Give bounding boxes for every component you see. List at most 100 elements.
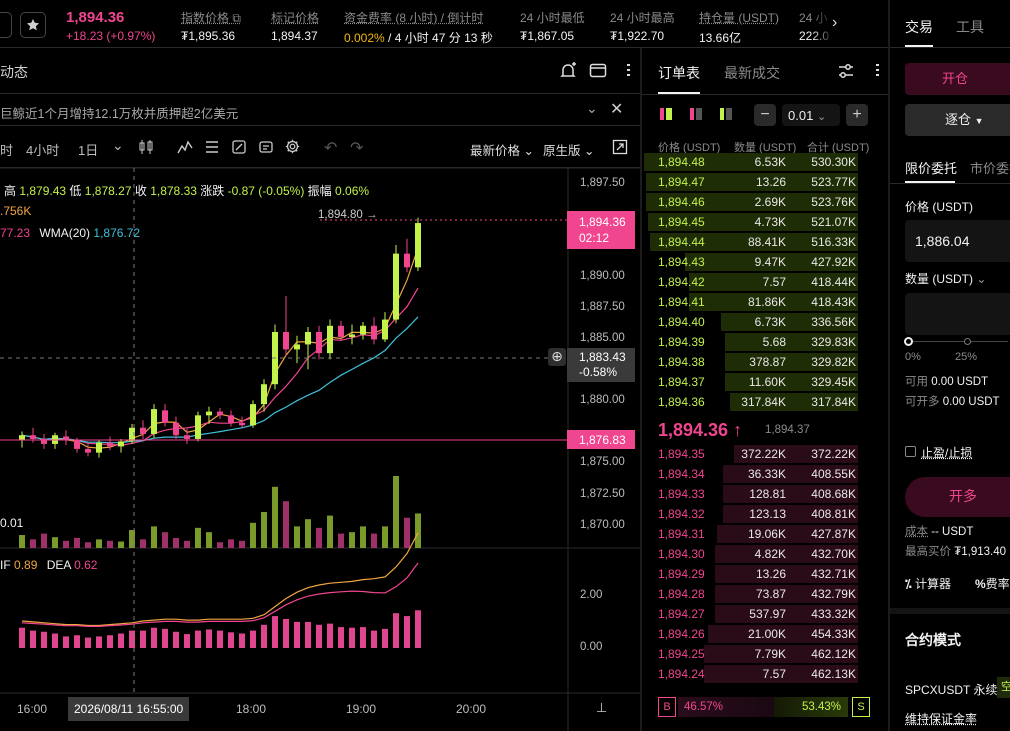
bid-row[interactable]: 1,894.25 7.79K 462.12K <box>642 644 872 664</box>
version-select[interactable]: 原生版 ⌄ <box>543 140 594 159</box>
calculator-button[interactable]: ⁒ 计算器 <box>905 575 951 592</box>
candle <box>74 440 80 449</box>
row-price: 1,894.26 <box>658 627 705 641</box>
bid-row[interactable]: 1,894.27 537.97 433.32K <box>642 604 872 624</box>
tick-size-select[interactable]: 0.01 ⌄ <box>782 104 840 126</box>
row-price: 1,894.37 <box>658 375 705 389</box>
ask-row[interactable]: 1,894.48 6.53K 530.30K <box>642 152 872 172</box>
favorite-button[interactable] <box>20 12 46 38</box>
bid-row[interactable]: 1,894.26 21.00K 454.33K <box>642 624 872 644</box>
interval-4h[interactable]: 4小时 <box>26 140 59 159</box>
tab-market-order[interactable]: 市价委托 <box>970 158 1010 177</box>
chevron-right-icon[interactable]: › <box>832 14 837 32</box>
qty-label[interactable]: 数量 (USDT) ⌄ <box>905 270 986 287</box>
redo-icon[interactable]: ↷ <box>350 138 363 158</box>
tab-tools[interactable]: 工具 <box>956 17 984 37</box>
indicators-icon[interactable] <box>177 139 193 155</box>
tab-orderbook[interactable]: 订单表 <box>658 63 700 83</box>
ask-row[interactable]: 1,894.47 13.26 523.77K <box>642 172 872 192</box>
stat-oi-label[interactable]: 持仓量 (USDT) <box>699 9 779 26</box>
price-input[interactable]: 1,886.04 <box>905 220 1010 262</box>
tab-recent-trades[interactable]: 最新成交 <box>724 63 780 83</box>
bid-row[interactable]: 1,894.28 73.87 432.79K <box>642 584 872 604</box>
bid-row[interactable]: 1,894.31 19.06K 427.87K <box>642 524 872 544</box>
draw-tool-icon[interactable] <box>231 139 247 155</box>
ask-row[interactable]: 1,894.36 317.84K 317.84K <box>642 392 872 412</box>
template-icon[interactable] <box>258 139 274 155</box>
time-axis-label: 20:00 <box>456 702 487 716</box>
bid-row[interactable]: 1,894.33 128.81 408.68K <box>642 484 872 504</box>
more-icon[interactable] <box>876 64 879 78</box>
tab-trade[interactable]: 交易 <box>905 17 933 37</box>
max-open: 可开多 0.00 USDT <box>905 396 1000 408</box>
tick-decrease-button[interactable]: − <box>754 104 776 126</box>
ask-row[interactable]: 1,894.43 9.47K 427.92K <box>642 252 872 272</box>
candle <box>404 253 410 268</box>
chevron-down-icon[interactable]: ⌄ <box>586 100 598 117</box>
ask-row[interactable]: 1,894.41 81.86K 418.43K <box>642 292 872 312</box>
macd-bar <box>217 630 223 648</box>
crosshair-add-icon[interactable]: ⊕ <box>548 348 566 366</box>
view-asks-icon[interactable] <box>690 108 702 120</box>
stat-funding-label[interactable]: 资金费率 (8 小时) / 倒计时 <box>344 9 483 26</box>
volume-bar <box>327 515 333 548</box>
row-qty: 13.26 <box>755 175 786 189</box>
add-alert-icon[interactable] <box>559 62 577 80</box>
tick-increase-button[interactable]: + <box>846 104 868 126</box>
fullscreen-icon[interactable] <box>612 139 628 155</box>
volume-bar <box>217 542 223 548</box>
open-long-button[interactable]: 开多 <box>905 477 1010 517</box>
price-type-select[interactable]: 最新价格 ⌄ <box>470 140 534 159</box>
ask-row[interactable]: 1,894.42 7.57 418.44K <box>642 272 872 292</box>
interval-1d[interactable]: 1日 <box>78 140 98 159</box>
qty-slider-stop[interactable] <box>964 338 971 345</box>
candle <box>107 442 113 447</box>
bid-row[interactable]: 1,894.29 13.26 432.71K <box>642 564 872 584</box>
view-both-icon[interactable] <box>660 108 672 120</box>
qty-input[interactable] <box>905 293 1010 335</box>
bid-row[interactable]: 1,894.35 372.22K 372.22K <box>642 444 872 464</box>
row-qty: 537.97 <box>749 607 786 621</box>
tab-dynamic[interactable]: 动态 <box>0 62 28 82</box>
qty-slider-track[interactable] <box>908 341 1008 342</box>
margin-mode-select[interactable]: 逐仓 ▼ <box>905 104 1010 136</box>
bid-row[interactable]: 1,894.30 4.82K 432.70K <box>642 544 872 564</box>
scroll-to-latest-icon[interactable]: ⊥ <box>596 700 607 716</box>
bid-row[interactable]: 1,894.32 123.13 408.81K <box>642 504 872 524</box>
ask-row[interactable]: 1,894.39 5.68 329.83K <box>642 332 872 352</box>
candle-type-icon[interactable] <box>138 139 154 155</box>
tpsl-label[interactable]: 止盈/止损 <box>921 444 972 461</box>
ask-row[interactable]: 1,894.46 2.69K 523.76K <box>642 192 872 212</box>
undo-icon[interactable]: ↶ <box>324 138 337 158</box>
ask-row[interactable]: 1,894.45 4.73K 521.07K <box>642 212 872 232</box>
mid-price: 1,894.36 ↑ <box>658 420 743 440</box>
bid-row[interactable]: 1,894.24 7.57 462.13K <box>642 664 872 684</box>
close-icon[interactable]: ✕ <box>610 99 623 119</box>
tab-limit-order[interactable]: 限价委托 <box>905 158 957 177</box>
ask-row[interactable]: 1,894.40 6.73K 336.56K <box>642 312 872 332</box>
qty-slider-handle[interactable] <box>904 337 913 346</box>
price-axis-label: 1,890.00 <box>580 270 625 282</box>
ask-row[interactable]: 1,894.44 88.41K 516.33K <box>642 232 872 252</box>
view-bids-icon[interactable] <box>720 108 732 120</box>
more-icon[interactable] <box>627 64 630 78</box>
volume-bar <box>415 513 421 548</box>
interval-chevron-icon[interactable]: ⌄ <box>112 137 124 154</box>
settings-icon[interactable] <box>284 138 301 155</box>
tpsl-checkbox[interactable] <box>905 446 916 457</box>
ask-row[interactable]: 1,894.38 378.87 329.82K <box>642 352 872 372</box>
open-position-button[interactable]: 开仓 <box>905 63 1010 95</box>
layout-icon[interactable] <box>589 63 607 79</box>
stat-index-label[interactable]: 指数价格 ⧉ <box>181 9 241 26</box>
ask-row[interactable]: 1,894.37 11.60K 329.45K <box>642 372 872 392</box>
list-icon[interactable] <box>204 139 220 155</box>
row-total: 418.43K <box>811 295 856 309</box>
symbol-selector[interactable] <box>0 12 12 38</box>
sliders-icon[interactable] <box>837 62 855 80</box>
price-chart[interactable] <box>0 168 640 731</box>
stat-mark-label[interactable]: 标记价格 <box>271 9 319 26</box>
news-banner[interactable]: 巨鲸近1个月增持12.1万枚并质押超2亿美元 ⌄ ✕ <box>0 94 640 126</box>
interval-hour[interactable]: 时 <box>0 140 13 159</box>
bid-row[interactable]: 1,894.34 36.33K 408.55K <box>642 464 872 484</box>
fee-rate-button[interactable]: %费率 <box>975 575 1010 592</box>
